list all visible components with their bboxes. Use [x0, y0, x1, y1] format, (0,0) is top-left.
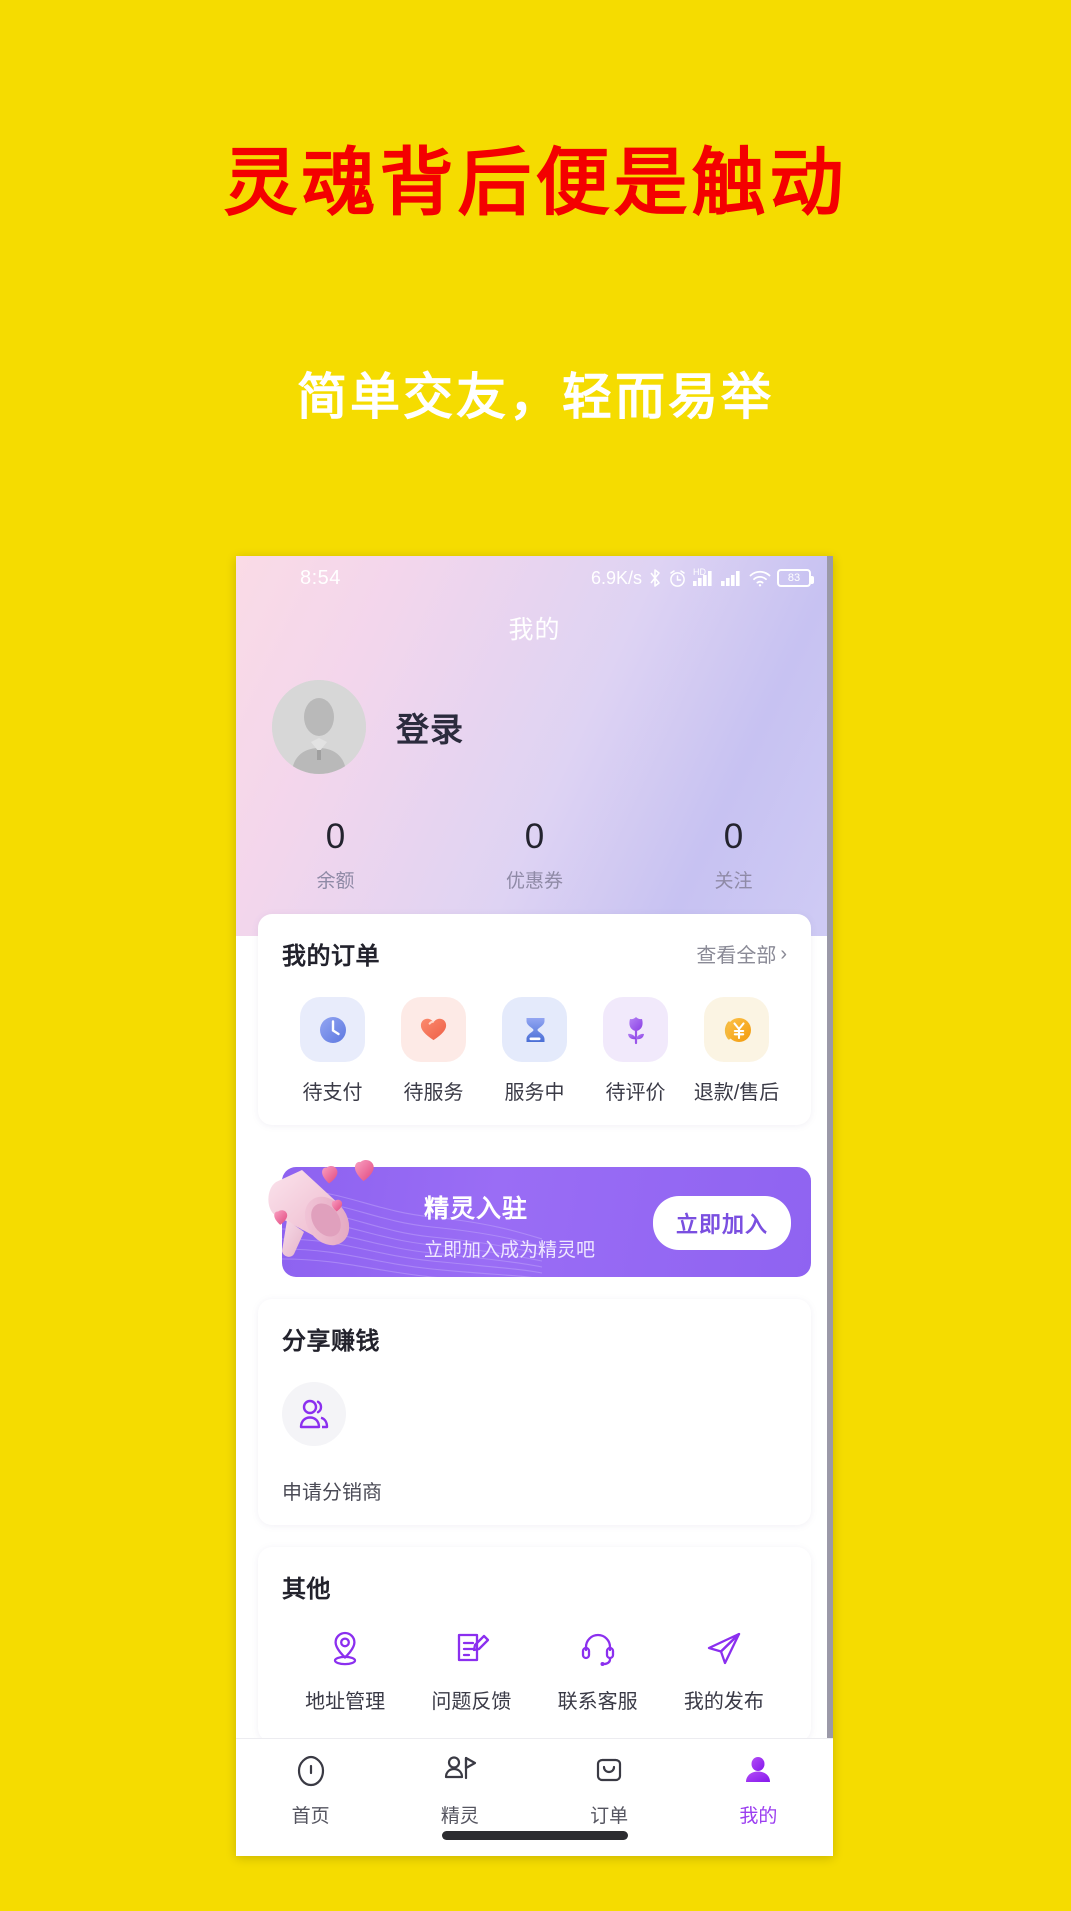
- stat-label: 关注: [714, 870, 753, 892]
- other-item-feedback[interactable]: 问题反馈: [408, 1628, 534, 1714]
- see-all-label: 查看全部: [696, 945, 777, 967]
- tulip-icon-bg: [603, 997, 668, 1062]
- order-status-pending-review[interactable]: 待评价: [585, 997, 686, 1105]
- stat-coupon[interactable]: 0 优惠券: [435, 817, 634, 893]
- order-status-pending-service[interactable]: 待服务: [383, 997, 484, 1105]
- share-title: 分享赚钱: [282, 1328, 380, 1355]
- wifi-icon: [749, 570, 771, 586]
- order-status-refund[interactable]: 退款/售后: [686, 997, 787, 1105]
- order-status-pending-payment[interactable]: 待支付: [282, 997, 383, 1105]
- clock-icon-bg: [300, 997, 365, 1062]
- heart-icon-bg: [401, 997, 466, 1062]
- order-status-label: 服务中: [504, 1082, 565, 1104]
- two-people-icon: [282, 1382, 346, 1446]
- vertical-scrollbar[interactable]: [827, 556, 833, 1796]
- stat-label: 优惠券: [505, 870, 563, 892]
- order-status-label: 待服务: [403, 1082, 464, 1104]
- tab-label: 首页: [291, 1806, 330, 1827]
- headset-icon: [581, 1633, 614, 1666]
- tab-sprite[interactable]: 精灵: [385, 1753, 534, 1856]
- stat-value: 0: [723, 817, 744, 856]
- megaphone-hearts-icon: [268, 1160, 374, 1257]
- bluetooth-icon: [650, 569, 660, 587]
- login-label[interactable]: 登录: [396, 703, 464, 751]
- other-item-support[interactable]: 联系客服: [535, 1628, 661, 1714]
- orders-title: 我的订单: [282, 943, 380, 970]
- promo-headline: 灵魂背后便是触动: [223, 140, 848, 226]
- sprite-join-banner[interactable]: 精灵入驻 立即加入成为精灵吧 立即加入: [258, 1153, 811, 1277]
- other-item-my-posts[interactable]: 我的发布: [661, 1628, 787, 1714]
- tab-orders[interactable]: 订单: [535, 1753, 684, 1856]
- feedback-form-icon: [458, 1633, 490, 1662]
- battery-level: 83: [787, 571, 801, 584]
- status-time: 8:54: [300, 566, 341, 589]
- status-bar: 8:54 6.9K/s HD 83: [236, 556, 833, 600]
- order-status-label: 待评价: [605, 1082, 666, 1104]
- apply-distributor-item[interactable]: 申请分销商: [282, 1382, 382, 1505]
- default-avatar-icon[interactable]: [272, 680, 366, 774]
- bag-icon: [597, 1758, 622, 1782]
- other-item-label: 地址管理: [305, 1691, 386, 1713]
- order-status-row: 待支付 待服务 服务中 待评价 退款/售后: [282, 997, 787, 1105]
- other-title: 其他: [282, 1576, 331, 1603]
- other-item-label: 联系客服: [557, 1691, 638, 1713]
- order-status-label: 待支付: [302, 1082, 363, 1104]
- home-indicator: [441, 1831, 628, 1840]
- profile-header: 8:54 6.9K/s HD 83 我的 登录 0 余额 0 优惠券 0 关注: [236, 556, 833, 936]
- app-scroll-area[interactable]: 8:54 6.9K/s HD 83 我的 登录 0 余额 0 优惠券 0 关注 …: [236, 556, 833, 1856]
- sprite-flag-icon: [444, 1756, 476, 1780]
- other-card: 其他 地址管理 问题反馈 联系客服 我的发布: [258, 1547, 811, 1742]
- alarm-icon: [670, 569, 685, 587]
- tab-label: 订单: [590, 1806, 629, 1827]
- tab-label: 精灵: [440, 1806, 479, 1827]
- home-icon: [297, 1755, 324, 1787]
- paper-plane-icon: [707, 1632, 741, 1665]
- page-title: 我的: [508, 616, 561, 644]
- join-now-button[interactable]: 立即加入: [652, 1196, 791, 1250]
- stat-value: 0: [524, 817, 545, 856]
- person-icon: [746, 1757, 771, 1782]
- phone-screenshot: 8:54 6.9K/s HD 83 我的 登录 0 余额 0 优惠券 0 关注 …: [236, 556, 833, 1856]
- location-pin-icon: [333, 1631, 357, 1666]
- stat-value: 0: [325, 817, 346, 856]
- hd-label: HD: [693, 567, 706, 577]
- banner-subtitle: 立即加入成为精灵吧: [424, 1240, 596, 1261]
- order-status-label: 退款/售后: [693, 1082, 780, 1104]
- yen-coin-icon-bg: [704, 997, 769, 1062]
- profile-row[interactable]: 登录: [236, 646, 833, 774]
- tab-label: 我的: [739, 1806, 778, 1827]
- apply-distributor-label: 申请分销商: [282, 1482, 382, 1504]
- tab-home[interactable]: 首页: [236, 1753, 385, 1856]
- orders-card: 我的订单 查看全部 › 待支付 待服务 服务中 待评价 退款/售后: [258, 914, 811, 1125]
- banner-title: 精灵入驻: [424, 1195, 529, 1223]
- profile-stats: 0 余额 0 优惠券 0 关注: [236, 817, 833, 893]
- stat-follow[interactable]: 0 关注: [634, 817, 833, 893]
- hourglass-icon-bg: [502, 997, 567, 1062]
- bottom-tab-bar: 首页 精灵 订单 我的: [236, 1738, 833, 1856]
- chevron-right-icon: ›: [780, 942, 787, 965]
- battery-icon: 83: [777, 569, 814, 587]
- stat-balance[interactable]: 0 余额: [236, 817, 435, 893]
- tab-profile[interactable]: 我的: [684, 1753, 833, 1856]
- other-item-label: 问题反馈: [431, 1691, 512, 1713]
- other-items-row: 地址管理 问题反馈 联系客服 我的发布: [282, 1628, 787, 1714]
- status-network-speed: 6.9K/s: [590, 567, 642, 588]
- other-item-label: 我的发布: [683, 1691, 764, 1713]
- see-all-orders-link[interactable]: 查看全部 ›: [696, 939, 787, 968]
- stat-label: 余额: [316, 870, 355, 892]
- share-earn-card: 分享赚钱 申请分销商: [258, 1299, 811, 1525]
- other-item-address[interactable]: 地址管理: [282, 1628, 408, 1714]
- promo-subheadline: 简单交友，轻而易举: [297, 368, 774, 426]
- signal-bars-icon: [721, 571, 740, 586]
- order-status-in-service[interactable]: 服务中: [484, 997, 585, 1105]
